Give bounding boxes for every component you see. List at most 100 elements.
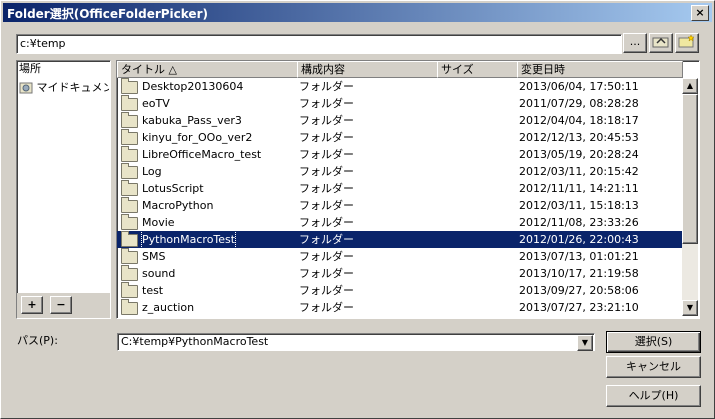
path-dropdown-button[interactable]: ▼ xyxy=(577,335,593,351)
table-row[interactable]: test フォルダー 2013/09/27, 20:58:06 xyxy=(117,282,682,299)
cell-name-text: eoTV xyxy=(142,97,170,110)
table-row[interactable]: kabuka_Pass_ver3 フォルダー 2012/04/04, 18:18:1… xyxy=(117,112,682,129)
table-row[interactable]: Log フォルダー 2012/03/11, 20:15:42 xyxy=(117,163,682,180)
column-header-type[interactable]: 構成内容 xyxy=(297,61,438,78)
cell-date: 2012/03/11, 20:15:42 xyxy=(519,165,639,178)
places-button-bar: + − xyxy=(17,293,110,318)
cell-date: 2012/12/13, 20:45:53 xyxy=(519,131,639,144)
cell-name: LibreOfficeMacro_test xyxy=(117,146,297,163)
cell-date: 2013/07/13, 01:01:21 xyxy=(519,250,639,263)
cell-date: 2013/06/04, 17:50:11 xyxy=(519,80,639,93)
cell-type: フォルダー xyxy=(299,301,354,314)
cell-type: フォルダー xyxy=(299,233,354,246)
folder-icon xyxy=(121,282,138,298)
folder-icon xyxy=(121,78,138,94)
table-row[interactable]: LotusScript フォルダー 2012/11/11, 14:21:11 xyxy=(117,180,682,197)
folder-icon xyxy=(121,129,138,145)
cell-size xyxy=(439,78,515,95)
folder-icon xyxy=(121,112,138,128)
remove-place-button[interactable]: − xyxy=(50,296,72,314)
cell-name-text: sound xyxy=(142,267,176,280)
places-panel: 場所 マイドキュメント + − xyxy=(16,60,111,319)
table-row[interactable]: Desktop20130604 フォルダー 2013/06/04, 17:50:11 xyxy=(117,78,682,95)
table-row[interactable]: z_auction フォルダー 2013/07/27, 23:21:10 xyxy=(117,299,682,316)
table-row[interactable]: sound フォルダー 2013/10/17, 21:19:58 xyxy=(117,265,682,282)
file-list-header: タイトル △ 構成内容 サイズ 変更日時 xyxy=(117,61,683,78)
scroll-up-button[interactable]: ▲ xyxy=(682,78,698,94)
current-path-input[interactable]: c:¥temp xyxy=(16,34,622,54)
close-button[interactable]: × xyxy=(691,5,709,21)
table-row[interactable]: SMS フォルダー 2013/07/13, 01:01:21 xyxy=(117,248,682,265)
cell-name: eoTV xyxy=(117,95,297,112)
cell-type: フォルダー xyxy=(299,80,354,93)
cell-type: フォルダー xyxy=(299,216,354,229)
cell-size xyxy=(439,146,515,163)
cell-name-text: LotusScript xyxy=(142,182,204,195)
up-folder-icon xyxy=(652,37,669,48)
cell-size xyxy=(439,112,515,129)
column-header-title[interactable]: タイトル △ xyxy=(117,61,298,78)
folder-icon xyxy=(121,248,138,264)
new-folder-button[interactable] xyxy=(675,33,699,53)
cell-size xyxy=(439,231,515,248)
cell-date: 2011/07/29, 08:28:28 xyxy=(519,97,639,110)
documents-folder-icon xyxy=(19,82,33,94)
cell-type: フォルダー xyxy=(299,165,354,178)
table-row[interactable]: LibreOfficeMacro_test フォルダー 2013/05/19, 20… xyxy=(117,146,682,163)
table-row[interactable]: kinyu_for_OOo_ver2 フォルダー 2012/12/13, 20:45… xyxy=(117,129,682,146)
places-header: 場所 xyxy=(19,62,41,75)
add-place-button[interactable]: + xyxy=(21,296,43,314)
cell-name: LotusScript xyxy=(117,180,297,197)
up-folder-button[interactable] xyxy=(649,33,673,53)
folder-picker-dialog: Folder選択(OfficeFolderPicker) × c:¥temp .… xyxy=(0,0,715,419)
folder-icon xyxy=(121,299,138,315)
table-row[interactable]: MacroPython フォルダー 2012/03/11, 15:18:13 xyxy=(117,197,682,214)
cell-name: test xyxy=(117,282,297,299)
cell-type: フォルダー xyxy=(299,182,354,195)
cell-name: sound xyxy=(117,265,297,282)
table-row[interactable]: Movie フォルダー 2012/11/08, 23:33:26 xyxy=(117,214,682,231)
table-row[interactable]: eoTV フォルダー 2011/07/29, 08:28:28 xyxy=(117,95,682,112)
cell-type: フォルダー xyxy=(299,267,354,280)
table-row[interactable]: PythonMacroTest フォルダー 2012/01/26, 22:00:43 xyxy=(117,231,682,248)
column-header-size[interactable]: サイズ xyxy=(437,61,518,78)
cell-size xyxy=(439,95,515,112)
cell-name-text: Desktop20130604 xyxy=(142,80,244,93)
scroll-down-button[interactable]: ▼ xyxy=(682,300,698,316)
cell-date: 2013/10/17, 21:19:58 xyxy=(519,267,639,280)
folder-icon xyxy=(121,214,138,230)
cell-name: PythonMacroTest xyxy=(117,231,297,248)
path-combobox[interactable]: C:¥temp¥PythonMacroTest ▼ xyxy=(117,333,595,351)
scroll-thumb[interactable] xyxy=(682,94,698,244)
cell-name-text: test xyxy=(142,284,164,297)
path-label: パス(P): xyxy=(17,334,58,347)
select-button[interactable]: 選択(S) xyxy=(606,331,701,353)
places-item-my-documents[interactable]: マイドキュメント xyxy=(19,80,109,96)
cell-size xyxy=(439,163,515,180)
browse-button[interactable]: ... xyxy=(623,33,647,53)
window-title: Folder選択(OfficeFolderPicker) xyxy=(7,7,208,21)
vertical-scrollbar[interactable]: ▲ ▼ xyxy=(682,78,698,316)
cell-size xyxy=(439,299,515,316)
cell-type: フォルダー xyxy=(299,97,354,110)
title-bar[interactable]: Folder選択(OfficeFolderPicker) × xyxy=(3,3,712,22)
cell-type: フォルダー xyxy=(299,199,354,212)
cancel-button[interactable]: キャンセル xyxy=(606,356,701,378)
help-button[interactable]: ヘルプ(H) xyxy=(606,385,701,407)
cell-date: 2012/04/04, 18:18:17 xyxy=(519,114,639,127)
cell-name-text: PythonMacroTest xyxy=(140,231,237,248)
cell-date: 2012/11/08, 23:33:26 xyxy=(519,216,639,229)
column-header-date[interactable]: 変更日時 xyxy=(517,61,683,78)
places-item-label: マイドキュメント xyxy=(36,81,110,94)
cell-size xyxy=(439,265,515,282)
cell-name: kinyu_for_OOo_ver2 xyxy=(117,129,297,146)
cell-name-text: kinyu_for_OOo_ver2 xyxy=(142,131,253,144)
file-list: タイトル △ 構成内容 サイズ 変更日時 Desktop20130604 フォルダ… xyxy=(116,60,700,319)
cell-date: 2012/03/11, 15:18:13 xyxy=(519,199,639,212)
folder-icon xyxy=(121,231,138,247)
cell-size xyxy=(439,214,515,231)
cell-name-text: Movie xyxy=(142,216,175,229)
folder-icon xyxy=(121,95,138,111)
cell-name: z_auction xyxy=(117,299,297,316)
cell-date: 2012/01/26, 22:00:43 xyxy=(519,233,639,246)
